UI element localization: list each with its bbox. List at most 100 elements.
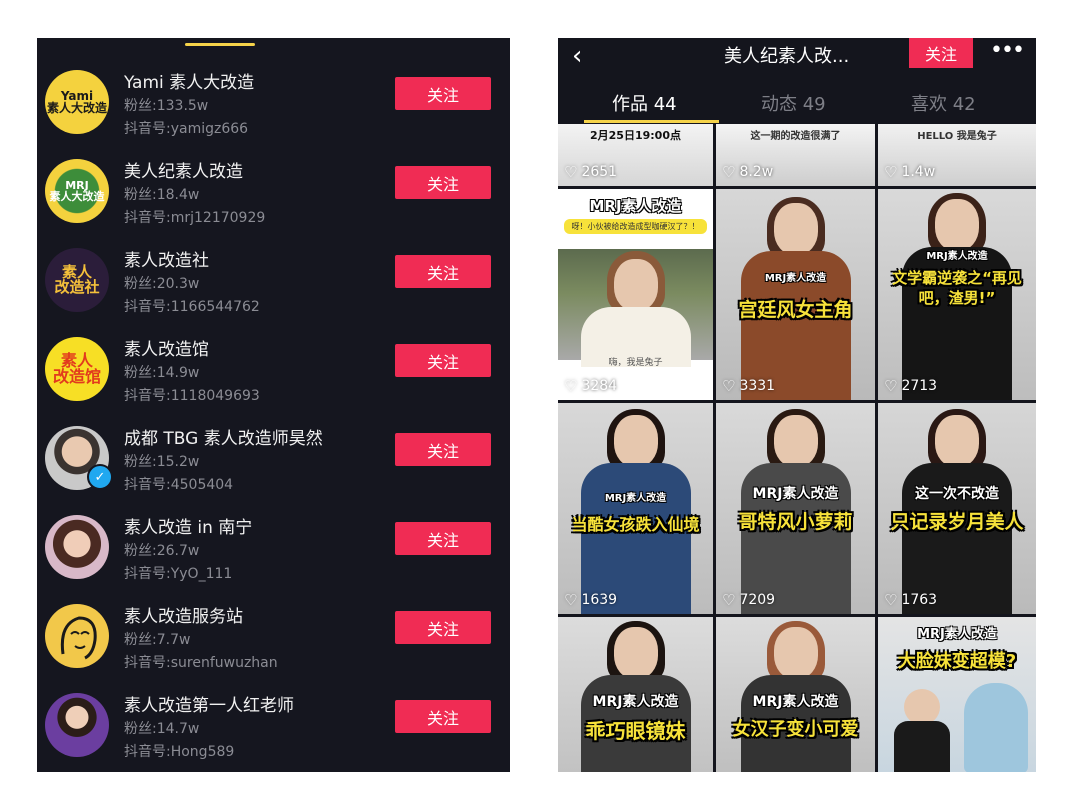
video-subtitle: 呀！小伙被给改造成型咖硬汉了？！ [564, 219, 707, 234]
follow-button[interactable]: 关注 [395, 255, 491, 288]
scroll-indicator [185, 43, 255, 46]
list-item[interactable]: 素人 改造社 素人改造社 粉丝:20.3w 抖音号:1166544762 关注 [37, 240, 510, 329]
follow-button[interactable]: 关注 [395, 522, 491, 555]
video-caption: 文学霸逆袭之“再见吧，渣男!” [892, 269, 1022, 307]
person-figure [904, 689, 940, 725]
account-id: 抖音号:YyO_111 [124, 566, 233, 582]
like-count: ♡ 8.2w [722, 163, 774, 181]
account-name: 素人改造第一人红老师 [124, 696, 294, 716]
account-name: Yami 素人大改造 [124, 73, 255, 93]
like-count: ♡ 7209 [722, 591, 776, 609]
heart-icon: ♡ [884, 163, 898, 181]
video-thumbnail[interactable]: MRJ素人改造 文学霸逆袭之“再见吧，渣男!” ♡ 2713 [878, 189, 1036, 400]
follow-button[interactable]: 关注 [395, 77, 491, 110]
video-caption: 哥特风小萝莉 [738, 511, 853, 533]
like-count: ♡ 1639 [564, 591, 618, 609]
follow-button[interactable]: 关注 [395, 166, 491, 199]
video-label: MRJ素人改造 [752, 694, 839, 710]
tab-likes[interactable]: 喜欢 42 [911, 90, 976, 116]
video-thumbnail[interactable]: 这一次不改造 只记录岁月美人 ♡ 1763 [878, 403, 1036, 614]
account-name: 成都 TBG 素人改造师昊然 [124, 429, 323, 449]
account-id: 抖音号:Hong589 [124, 744, 235, 760]
avatar [45, 515, 109, 579]
video-top-text: 这一期的改造很满了 [750, 131, 841, 142]
list-item[interactable]: ✓ 成都 TBG 素人改造师昊然 粉丝:15.2w 抖音号:4505404 关注 [37, 418, 510, 507]
account-id: 抖音号:4505404 [124, 477, 234, 493]
profile-title: 美人纪素人改... [724, 46, 850, 67]
video-thumbnail[interactable]: MRJ素人改造 哥特风小萝莉 ♡ 7209 [716, 403, 875, 614]
video-top-text: 2月25日19:00点 [590, 129, 681, 142]
person-figure [894, 721, 950, 772]
video-thumbnail[interactable]: 2月25日19:00点 ♡ 2651 [558, 124, 713, 186]
account-name: 美人纪素人改造 [124, 162, 243, 182]
video-bottom-text: 嗨，我是兔子 [608, 358, 663, 368]
more-icon[interactable]: ••• [990, 38, 1025, 63]
video-thumbnail[interactable]: MRJ素人改造 当酷女孩跌入仙境 ♡ 1639 [558, 403, 713, 614]
video-thumbnail[interactable]: MRJ素人改造 大脸妹变超模? [878, 617, 1036, 772]
account-id: 抖音号:yamigz666 [124, 121, 249, 137]
fans-count: 粉丝:18.4w [124, 187, 200, 203]
video-thumbnail[interactable]: MRJ素人改造 宫廷风女主角 ♡ 3331 [716, 189, 875, 400]
tab-works[interactable]: 作品 44 [612, 90, 677, 116]
account-id: 抖音号:mrj12170929 [124, 210, 266, 226]
video-thumbnail[interactable]: MRJ素人改造 乖巧眼镜妹 [558, 617, 713, 772]
heart-icon: ♡ [564, 377, 578, 395]
account-name: 素人改造 in 南宁 [124, 518, 253, 538]
like-count: ♡ 3331 [722, 377, 776, 395]
video-caption: 乖巧眼镜妹 [585, 719, 686, 743]
person-figure [964, 683, 1028, 772]
account-name: 素人改造服务站 [124, 607, 243, 627]
video-label: MRJ素人改造 [592, 694, 679, 710]
follow-button[interactable]: 关注 [909, 38, 973, 68]
list-item[interactable]: 素人改造第一人红老师 粉丝:14.7w 抖音号:Hong589 关注 [37, 685, 510, 772]
account-id: 抖音号:1118049693 [124, 388, 260, 404]
video-thumbnail[interactable]: MRJ素人改造 女汉子变小可爱 [716, 617, 875, 772]
list-item[interactable]: Yami 素人大改造 Yami 素人大改造 粉丝:133.5w 抖音号:yami… [37, 62, 510, 151]
tab-underline [584, 120, 719, 123]
video-thumbnail[interactable]: MRJ素人改造 呀！小伙被给改造成型咖硬汉了？！ 嗨，我是兔子 ♡ 3284 [558, 189, 713, 400]
face-illustration-icon [60, 616, 97, 660]
avatar: 素人 改造社 [45, 248, 109, 312]
fans-count: 粉丝:15.2w [124, 454, 200, 470]
like-count: ♡ 1.4w [884, 163, 936, 181]
video-label: MRJ素人改造 [752, 486, 839, 502]
list-item[interactable]: 素人改造 in 南宁 粉丝:26.7w 抖音号:YyO_111 关注 [37, 507, 510, 596]
fans-count: 粉丝:20.3w [124, 276, 200, 292]
video-caption: 女汉子变小可爱 [732, 719, 859, 740]
video-caption: 宫廷风女主角 [738, 299, 853, 321]
follow-button[interactable]: 关注 [395, 611, 491, 644]
video-thumbnail[interactable]: 这一期的改造很满了 ♡ 8.2w [716, 124, 875, 186]
video-label: 这一次不改造 [915, 486, 999, 502]
follow-button[interactable]: 关注 [395, 433, 491, 466]
avatar: Yami 素人大改造 [45, 70, 109, 134]
like-count: ♡ 2713 [884, 377, 938, 395]
heart-icon: ♡ [722, 377, 736, 395]
follow-button[interactable]: 关注 [395, 344, 491, 377]
video-label: MRJ素人改造 [926, 251, 988, 262]
verified-icon: ✓ [87, 464, 113, 490]
like-count: ♡ 3284 [564, 377, 618, 395]
follow-button[interactable]: 关注 [395, 700, 491, 733]
video-label: MRJ素人改造 [589, 197, 682, 215]
video-label: MRJ素人改造 [764, 273, 827, 284]
list-item[interactable]: 素人改造服务站 粉丝:7.7w 抖音号:surenfuwuzhan 关注 [37, 596, 510, 685]
heart-icon: ♡ [722, 163, 736, 181]
fans-count: 粉丝:133.5w [124, 98, 209, 114]
video-thumbnail[interactable]: HELLO 我是兔子 ♡ 1.4w [878, 124, 1036, 186]
video-caption: 当酷女孩跌入仙境 [571, 515, 700, 534]
back-icon[interactable]: ‹ [572, 41, 582, 71]
heart-icon: ♡ [884, 591, 898, 609]
list-item[interactable]: 素人 改造馆 素人改造馆 粉丝:14.9w 抖音号:1118049693 关注 [37, 329, 510, 418]
list-item[interactable]: MRJ 素人大改造 美人纪素人改造 粉丝:18.4w 抖音号:mrj121709… [37, 151, 510, 240]
like-count: ♡ 2651 [564, 163, 618, 181]
tab-updates[interactable]: 动态 49 [761, 90, 826, 116]
avatar: 素人 改造馆 [45, 337, 109, 401]
fans-count: 粉丝:14.7w [124, 721, 200, 737]
account-name: 素人改造馆 [124, 340, 209, 360]
heart-icon: ♡ [884, 377, 898, 395]
video-caption: 只记录岁月美人 [890, 511, 1024, 533]
video-label: MRJ素人改造 [917, 627, 997, 642]
heart-icon: ♡ [564, 163, 578, 181]
fans-count: 粉丝:26.7w [124, 543, 200, 559]
video-label: MRJ素人改造 [604, 493, 667, 504]
